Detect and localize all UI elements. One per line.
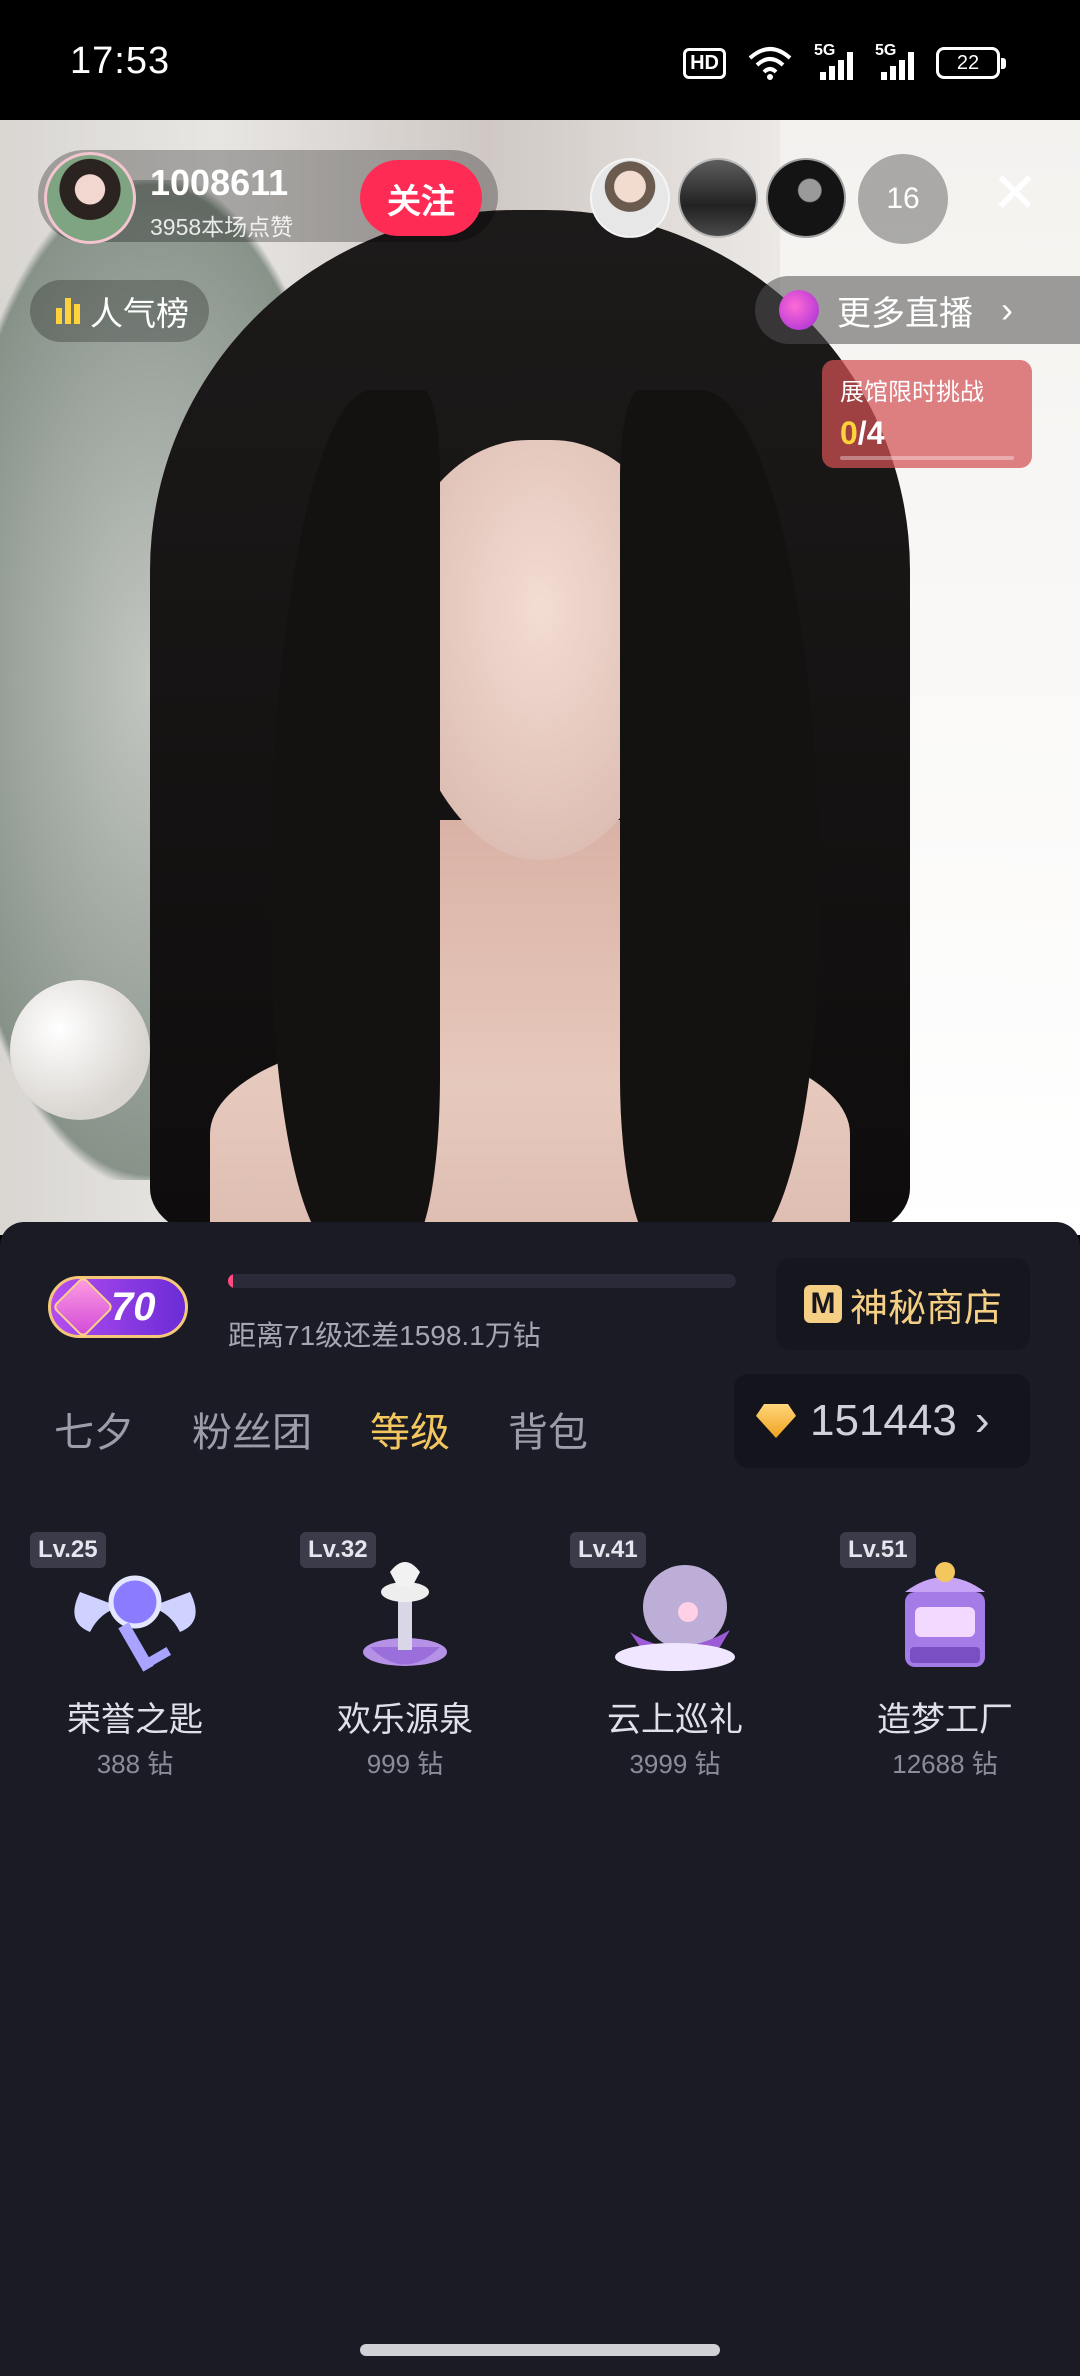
gem-icon (51, 1275, 115, 1339)
gift-item[interactable]: Lv.41 云上巡礼 3999 钻 (540, 1532, 810, 1792)
gift-list: Lv.25 荣誉之匙 388 钻 Lv.32 欢乐源泉 999 钻 Lv.41 … (0, 1532, 1080, 1792)
gift-item[interactable]: Lv.51 造梦工厂 12688 钻 (810, 1532, 1080, 1792)
gift-name: 荣誉之匙 (67, 1701, 203, 1739)
gift-name: 造梦工厂 (877, 1701, 1013, 1739)
wifi-icon (748, 47, 792, 80)
gift-item[interactable]: Lv.32 欢乐源泉 999 钻 (270, 1532, 540, 1792)
anchor-name[interactable]: 1008611 (150, 162, 288, 204)
more-live-icon (779, 290, 819, 330)
gift-price: 3999 钻 (629, 1749, 721, 1779)
cloud-ship-icon (615, 1565, 735, 1671)
mystery-shop-button[interactable]: M 神秘商店 (776, 1258, 1030, 1350)
challenge-progress: 0/4 (840, 415, 885, 451)
hd-voice-icon: HD (683, 47, 726, 79)
battery-icon: 22 (936, 47, 1006, 79)
close-icon[interactable]: ✕ (985, 165, 1045, 225)
level-value: 70 (111, 1284, 156, 1329)
anchor-avatar[interactable] (44, 152, 136, 244)
viewer-avatar[interactable] (678, 158, 758, 238)
anchor-likes: 3958本场点赞 (150, 214, 294, 240)
signal-icon-2: 5G (875, 42, 914, 80)
tab-fan-club[interactable]: 粉丝团 (192, 1400, 312, 1458)
shop-icon: M (803, 1285, 842, 1323)
viewer-avatar[interactable] (590, 158, 670, 238)
challenge-progress-bar (840, 456, 1014, 460)
status-icons: HD 5G 5G 22 (683, 42, 1006, 80)
status-time: 17:53 (70, 40, 171, 82)
diamond-icon (756, 1404, 796, 1438)
level-badge[interactable]: 70 (48, 1275, 188, 1339)
dream-factory-icon (905, 1562, 985, 1667)
shop-label: 神秘商店 (849, 1287, 1002, 1330)
home-indicator[interactable] (360, 2344, 720, 2356)
follow-button[interactable]: 关注 (360, 160, 482, 236)
tab-qixi[interactable]: 七夕 (54, 1400, 134, 1458)
ornament (10, 980, 150, 1120)
chevron-right-icon: › (1001, 289, 1013, 330)
viewer-count[interactable]: 16 (858, 154, 948, 244)
gift-panel: 70 距离71级还差1598.1万钻 M 神秘商店 七夕 粉丝团 等级 背包 1… (0, 1222, 1080, 2376)
level-progress-text: 距离71级还差1598.1万钻 (228, 1320, 541, 1351)
more-live-label: 更多直播 (837, 294, 973, 333)
gift-name: 欢乐源泉 (337, 1701, 473, 1739)
streamer (150, 210, 910, 1235)
fountain-icon (363, 1562, 447, 1666)
gift-name: 云上巡礼 (607, 1701, 743, 1739)
chevron-right-icon: › (974, 1396, 990, 1445)
rank-bars-icon (56, 298, 80, 324)
gift-price: 12688 钻 (892, 1749, 998, 1779)
gift-price: 999 钻 (366, 1749, 444, 1779)
tab-backpack[interactable]: 背包 (508, 1400, 588, 1458)
tab-level[interactable]: 等级 (370, 1400, 450, 1458)
level-progress-bar (228, 1274, 736, 1288)
gift-item[interactable]: Lv.25 荣誉之匙 388 钻 (0, 1532, 270, 1792)
exhibition-challenge[interactable]: 展馆限时挑战 0/4 (822, 360, 1032, 468)
diamond-balance[interactable]: 151443 › (734, 1374, 1030, 1468)
rank-label: 人气榜 (90, 295, 189, 332)
status-bar: 17:53 HD 5G 5G 22 (0, 0, 1080, 120)
signal-icon-1: 5G (814, 42, 853, 80)
popularity-rank[interactable]: 人气榜 (30, 280, 209, 342)
winged-key-icon (74, 1575, 196, 1672)
more-live-button[interactable]: 更多直播 › (755, 276, 1080, 344)
viewer-avatar[interactable] (766, 158, 846, 238)
balance-value: 151443 (810, 1396, 957, 1445)
gift-price: 388 钻 (96, 1749, 174, 1779)
gift-tabs: 七夕 粉丝团 等级 背包 (54, 1400, 588, 1458)
challenge-title: 展馆限时挑战 (840, 379, 984, 406)
